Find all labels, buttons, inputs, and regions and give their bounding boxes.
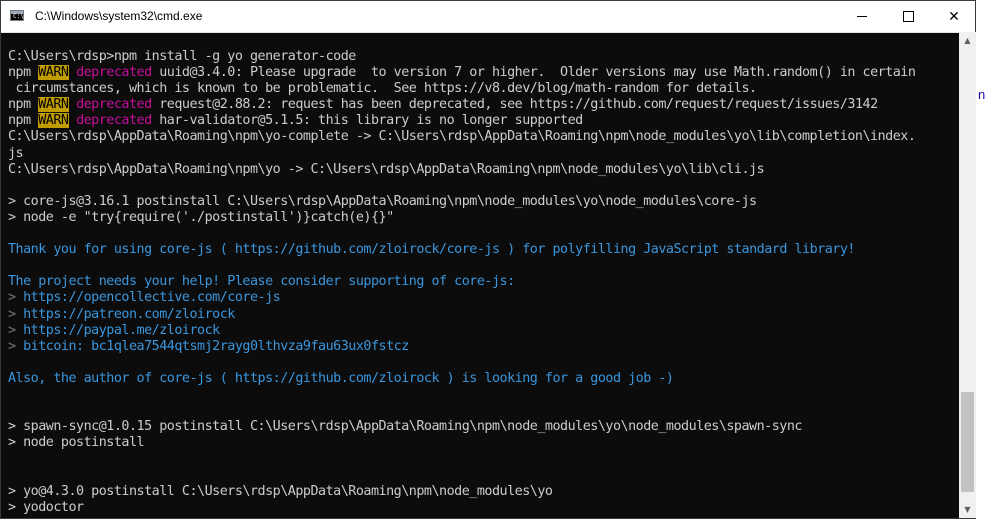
console-text: > yo@4.3.0 postinstall C:\Users\rdsp\App… [8, 483, 553, 499]
console-line: C:\Users\rdsp>npm install -g yo generato… [8, 49, 959, 65]
console-line: circumstances, which is known to be prob… [8, 81, 959, 97]
console-text: > spawn-sync@1.0.15 postinstall C:\Users… [8, 419, 803, 435]
console-text: circumstances, which is known to be prob… [8, 81, 758, 97]
title-bar[interactable]: C:\ C:\Windows\system32\cmd.exe ✕ [1, 1, 975, 33]
console-line: The project needs your help! Please cons… [8, 274, 959, 290]
console-text: C:\Users\rdsp>npm install -g yo generato… [8, 49, 356, 64]
console-text: https://patreon.com/zloirock [23, 306, 235, 322]
vertical-scrollbar[interactable]: ▲ ▼ [959, 32, 976, 518]
console-line: C:\Users\rdsp\AppData\Roaming\npm\yo -> … [8, 162, 959, 178]
console-text: > node -e "try{require('./postinstall')}… [8, 209, 394, 225]
scrollbar-thumb[interactable] [961, 392, 974, 492]
minimize-icon [857, 16, 867, 17]
console-text: The project needs your help! Please cons… [8, 274, 515, 290]
console-text: https://github.com/zloirock/core-js [234, 242, 500, 258]
console-text: js [8, 145, 24, 161]
close-icon: ✕ [948, 8, 960, 24]
console-text: > core-js@3.16.1 postinstall C:\Users\rd… [8, 193, 757, 209]
console-line: C:\Users\rdsp\AppData\Roaming\npm\yo-com… [8, 129, 959, 145]
console-line: npm WARN deprecated uuid@3.4.0: Please u… [8, 65, 959, 81]
console-line: > yodoctor [8, 500, 959, 516]
warn-badge: WARN [38, 113, 69, 129]
console-line: npm WARN deprecated request@2.88.2: requ… [8, 97, 959, 113]
console-line: > bitcoin: bc1qlea7544qtsmj2rayg0lthvza9… [8, 339, 959, 355]
scroll-up-arrow-icon[interactable]: ▲ [959, 32, 976, 49]
console-text: https://opencollective.com/core-js [23, 290, 281, 306]
console-text: npm [8, 65, 39, 81]
console-line: npm WARN deprecated har-validator@5.1.5:… [8, 113, 959, 129]
console-line: Thank you for using core-js ( https://gi… [8, 242, 959, 258]
maximize-icon [902, 11, 914, 22]
console-text: npm [8, 113, 39, 129]
console-text: request@2.88.2: request has been depreca… [151, 97, 878, 113]
background-window-edge: n [976, 31, 993, 519]
console-line: > node postinstall [8, 435, 959, 451]
console-line: > https://patreon.com/zloirock [8, 307, 959, 323]
warn-badge: WARN [38, 65, 69, 81]
console-text: har-validator@5.1.5: this library is no … [151, 113, 583, 129]
console-text: > [8, 306, 24, 322]
cmd-icon[interactable]: C:\ [10, 10, 24, 21]
console-text: https://github.com/zloirock [234, 370, 440, 386]
console-text: C:\Users\rdsp\AppData\Roaming\npm\yo-com… [8, 129, 916, 145]
console-text: ) is looking for a good job -) [439, 370, 674, 386]
console-text: C:\Users\rdsp\AppData\Roaming\npm\yo -> … [8, 161, 765, 177]
maximize-button[interactable] [885, 1, 931, 32]
warn-badge: WARN [38, 97, 69, 113]
console-output[interactable]: C:\Users\rdsp>npm install -g yo generato… [1, 32, 959, 518]
console-line: > yo@4.3.0 postinstall C:\Users\rdsp\App… [8, 484, 959, 500]
console-text: > [8, 290, 24, 306]
console-line: Also, the author of core-js ( https://gi… [8, 371, 959, 387]
cmd-window: C:\ C:\Windows\system32\cmd.exe ✕ C:\Use… [0, 0, 976, 519]
close-button[interactable]: ✕ [931, 1, 977, 32]
console-text: Thank you for using core-js ( [8, 242, 235, 258]
console-line: > spawn-sync@1.0.15 postinstall C:\Users… [8, 419, 959, 435]
window-title: C:\Windows\system32\cmd.exe [35, 9, 203, 23]
console-line: > node -e "try{require('./postinstall')}… [8, 210, 959, 226]
console-text: deprecated [76, 65, 152, 81]
console-text: > [8, 322, 24, 338]
console-text: Also, the author of core-js ( [8, 370, 235, 386]
console-text: https://paypal.me/zloirock [23, 322, 220, 338]
console-text: > yodoctor [8, 499, 84, 515]
console-text: uuid@3.4.0: Please upgrade to version 7 … [151, 65, 916, 81]
console-text: ) for polyfilling JavaScript standard li… [499, 242, 855, 258]
console-text: bitcoin: bc1qlea7544qtsmj2rayg0lthvza9fa… [23, 338, 409, 354]
console-text: deprecated [76, 97, 152, 113]
console-text: > node postinstall [8, 435, 145, 451]
console-line: > core-js@3.16.1 postinstall C:\Users\rd… [8, 194, 959, 210]
console-text: > [8, 338, 24, 354]
console-line: > https://paypal.me/zloirock [8, 323, 959, 339]
background-text-fragment: n [978, 87, 986, 102]
console-line: js [8, 146, 959, 162]
console-text: npm [8, 97, 39, 113]
console-line: > https://opencollective.com/core-js [8, 290, 959, 306]
scroll-down-arrow-icon[interactable]: ▼ [959, 501, 976, 518]
minimize-button[interactable] [839, 1, 885, 32]
console-text: deprecated [76, 113, 152, 129]
